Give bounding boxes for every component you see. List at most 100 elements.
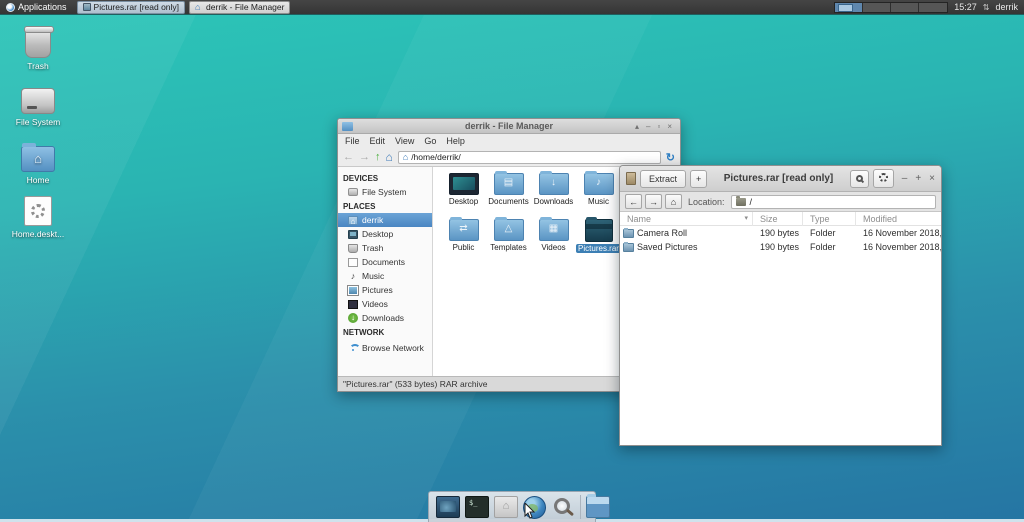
workspace-4[interactable]	[919, 3, 947, 12]
sidebar-item-downloads[interactable]: ↓ Downloads	[338, 311, 432, 325]
desktop-folder-icon	[449, 173, 479, 195]
column-header-name[interactable]: Name ▾	[620, 212, 753, 226]
address-path: /home/derrik/	[411, 152, 461, 162]
picture-icon	[348, 286, 358, 295]
file-item-desktop[interactable]: Desktop	[441, 173, 486, 219]
file-item-documents[interactable]: ▤ Documents	[486, 173, 531, 219]
file-item-videos[interactable]: ▦ Videos	[531, 219, 576, 265]
home-folder-icon[interactable]	[494, 496, 518, 518]
taskbar-item-pictures-rar[interactable]: Pictures.rar [read only]	[77, 1, 186, 14]
workspace-3[interactable]	[891, 3, 919, 12]
file-item-pictures-rar[interactable]: Pictures.rar	[576, 219, 621, 265]
applications-menu-button[interactable]: Applications	[0, 0, 73, 15]
sidebar-item-pictures[interactable]: Pictures	[338, 283, 432, 297]
column-header-type[interactable]: Type	[803, 212, 856, 226]
download-icon: ↓	[348, 313, 358, 323]
back-icon[interactable]: ←	[343, 152, 354, 163]
folder-icon: ♪	[584, 173, 614, 195]
archive-app-icon	[626, 172, 636, 185]
add-files-button[interactable]: +	[690, 170, 707, 188]
sidebar-item-trash[interactable]: Trash	[338, 241, 432, 255]
menu-go[interactable]: Go	[424, 136, 436, 146]
column-header-modified[interactable]: Modified	[856, 212, 941, 226]
places-header: PLACES	[338, 199, 432, 213]
minimize-button[interactable]: –	[902, 173, 908, 184]
file-manager-icon[interactable]	[586, 496, 610, 518]
trash-icon	[25, 28, 51, 58]
table-row-saved-pictures[interactable]: Saved Pictures 190 bytes Folder 16 Novem…	[620, 240, 941, 254]
dock-panel	[428, 491, 596, 522]
gear-icon	[879, 173, 888, 182]
maximize-button[interactable]: +	[915, 173, 921, 184]
sidebar-item-derrik[interactable]: ⌂ derrik	[338, 213, 432, 227]
file-item-public[interactable]: ⇄ Public	[441, 219, 486, 265]
home-button-icon[interactable]: ⌂	[386, 150, 393, 164]
sidebar-item-desktop[interactable]: Desktop	[338, 227, 432, 241]
archive-headerbar[interactable]: Extract + Pictures.rar [read only] – + ×	[620, 166, 941, 192]
location-label: Location:	[688, 197, 725, 207]
folder-icon	[736, 198, 746, 206]
workspace-1[interactable]	[835, 3, 863, 12]
menu-button[interactable]	[873, 169, 894, 188]
file-manager-title: derrik - File Manager	[338, 121, 680, 131]
desktop-icon-trash[interactable]: Trash	[8, 28, 68, 71]
music-note-icon: ♪	[348, 272, 358, 281]
file-manager-sidebar: DEVICES File System PLACES ⌂ derrik Desk…	[338, 167, 433, 376]
close-button[interactable]: ×	[929, 173, 935, 184]
forward-button[interactable]: →	[645, 194, 662, 209]
location-field[interactable]: /	[731, 195, 936, 209]
desktop-icon-file-system[interactable]: File System	[8, 88, 68, 127]
file-item-templates[interactable]: △ Templates	[486, 219, 531, 265]
home-button[interactable]: ⌂	[665, 194, 682, 209]
column-header-size[interactable]: Size	[753, 212, 803, 226]
folder-icon: ▦	[539, 219, 569, 241]
archive-title: Pictures.rar [read only]	[711, 173, 845, 184]
desktop-icon-home-desktop-file[interactable]: Home.deskt...	[8, 196, 68, 239]
file-manager-titlebar[interactable]: derrik - File Manager ▴ – ▫ ×	[338, 119, 680, 134]
refresh-icon[interactable]: ↻	[666, 151, 675, 164]
menu-view[interactable]: View	[395, 136, 414, 146]
menu-edit[interactable]: Edit	[370, 136, 386, 146]
film-icon	[348, 300, 358, 309]
dock-separator	[580, 495, 581, 519]
path-home-icon: ⌂	[403, 152, 408, 162]
file-item-downloads[interactable]: ↓ Downloads	[531, 173, 576, 219]
menu-help[interactable]: Help	[446, 136, 465, 146]
menu-file[interactable]: File	[345, 136, 360, 146]
terminal-icon[interactable]	[465, 496, 489, 518]
document-icon	[348, 258, 358, 267]
folder-icon: △	[494, 219, 524, 241]
wifi-icon	[348, 344, 358, 353]
window-home-icon	[342, 122, 353, 131]
back-button[interactable]: ←	[625, 194, 642, 209]
keyboard-indicator-icon[interactable]: ⇅	[983, 3, 990, 12]
sidebar-item-music[interactable]: ♪ Music	[338, 269, 432, 283]
clock: 15:27	[954, 2, 977, 12]
search-icon[interactable]	[551, 496, 575, 518]
search-button[interactable]	[850, 170, 869, 188]
extract-button[interactable]: Extract	[640, 170, 686, 188]
workspace-2[interactable]	[863, 3, 891, 12]
file-item-music[interactable]: ♪ Music	[576, 173, 621, 219]
mouse-cursor	[524, 503, 536, 519]
sidebar-item-documents[interactable]: Documents	[338, 255, 432, 269]
up-icon[interactable]: ↑	[375, 151, 381, 163]
monitor-icon	[348, 230, 358, 239]
sidebar-item-browse-network[interactable]: Browse Network	[338, 339, 432, 357]
desktop-icon-home[interactable]: Home	[8, 146, 68, 185]
address-bar[interactable]: ⌂ /home/derrik/	[398, 151, 661, 164]
rar-archive-icon	[585, 219, 613, 242]
show-desktop-icon[interactable]	[436, 496, 460, 518]
file-manager-menubar: File Edit View Go Help	[338, 134, 680, 148]
devices-header: DEVICES	[338, 171, 432, 185]
user-menu[interactable]: derrik	[995, 2, 1018, 12]
table-row-camera-roll[interactable]: Camera Roll 190 bytes Folder 16 November…	[620, 226, 941, 240]
archive-icon	[83, 3, 91, 11]
location-path: /	[750, 197, 753, 207]
hard-drive-icon	[21, 88, 55, 114]
taskbar-item-file-manager[interactable]: ⌂ derrik - File Manager	[189, 1, 290, 14]
sidebar-item-videos[interactable]: Videos	[338, 297, 432, 311]
forward-icon[interactable]: →	[359, 152, 370, 163]
trash-icon	[348, 244, 358, 253]
sidebar-item-file-system[interactable]: File System	[338, 185, 432, 199]
